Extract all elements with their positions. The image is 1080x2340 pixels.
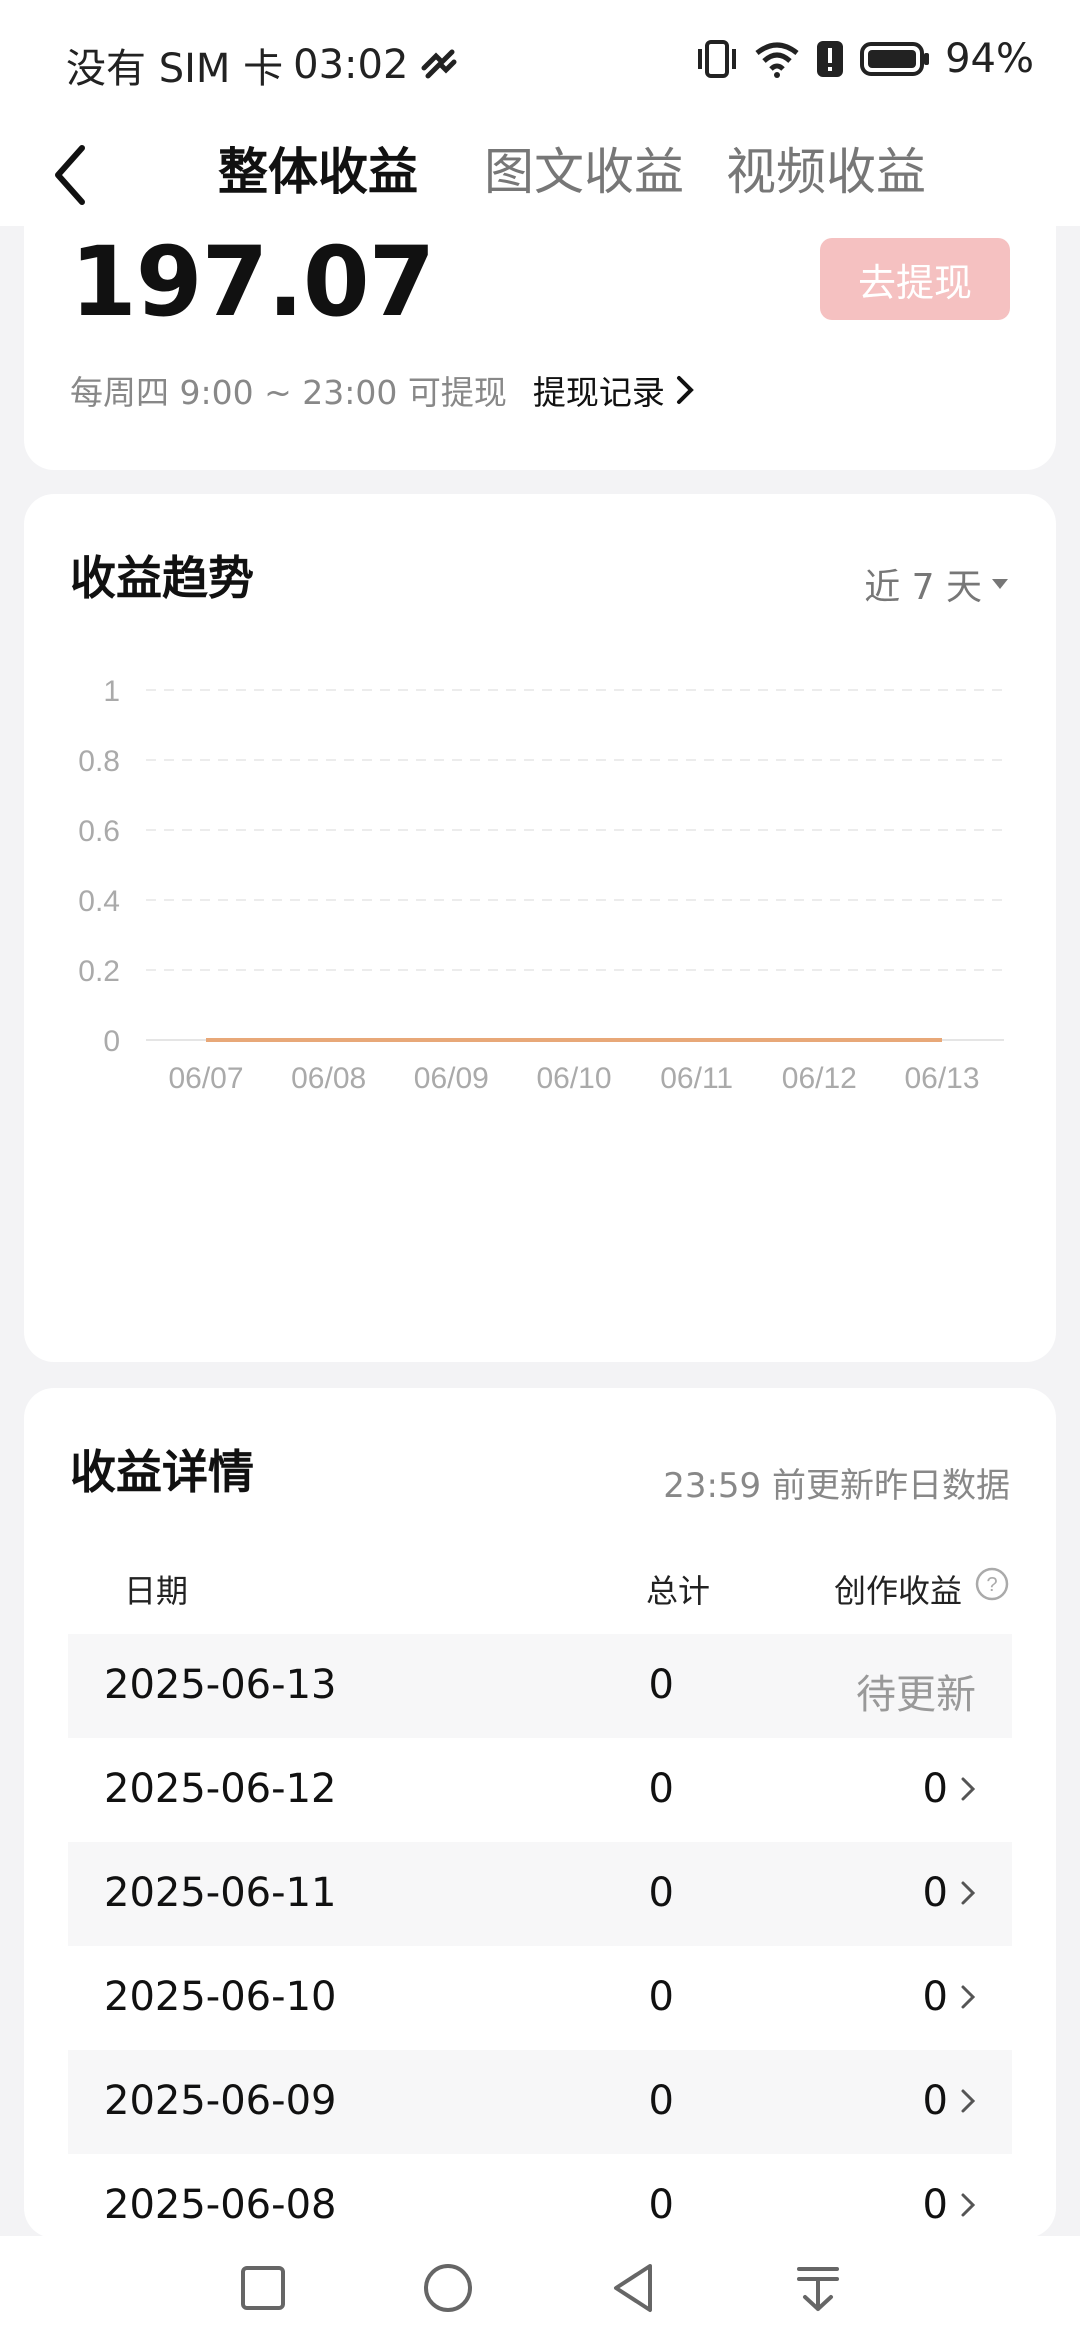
recent-apps-icon[interactable]	[233, 2258, 293, 2318]
status-right: 94%	[695, 36, 1034, 82]
y-tick-label: 0.8	[78, 745, 120, 778]
chevron-right-icon	[961, 2089, 976, 2113]
row-date: 2025-06-11	[104, 1870, 337, 1916]
triangle-down-icon	[992, 579, 1008, 589]
withdraw-button[interactable]: 去提现	[820, 238, 1010, 320]
back-icon[interactable]	[603, 2258, 663, 2318]
withdraw-schedule: 每周四 9:00 ~ 23:00 可提现 提现记录	[70, 366, 695, 414]
top-nav: 整体收益 图文收益 视频收益	[0, 120, 1080, 226]
hd-icon	[421, 49, 457, 79]
trend-chart: 1 0.8 0.6 0.4 0.2 0 06/07 06/08 06/09 06/10 06/11 0…	[78, 675, 1004, 1095]
wifi-icon	[755, 42, 799, 78]
row-income-value: 待更新	[856, 1672, 976, 1718]
balance-card: 197.07 去提现 每周四 9:00 ~ 23:00 可提现 提现记录	[24, 226, 1056, 470]
range-label: 近 7 天	[864, 567, 982, 608]
range-selector[interactable]: 近 7 天	[864, 558, 1010, 610]
chevron-right-icon	[676, 376, 694, 404]
table-row[interactable]: 2025-06-10 0 0	[68, 1946, 1012, 2050]
trend-card: 收益趋势 近 7 天 1 0.8 0.6 0.4 0.2 0 06/07 06/08 06/09…	[24, 494, 1056, 1362]
chevron-right-icon	[961, 1881, 976, 1905]
y-tick-label: 0.2	[78, 955, 120, 988]
table-row[interactable]: 2025-06-11 0 0	[68, 1842, 1012, 1946]
system-nav-bar	[0, 2236, 1080, 2340]
trend-title: 收益趋势	[70, 551, 254, 605]
vibrate-icon	[698, 40, 737, 78]
battery-icon	[860, 42, 930, 76]
table-row[interactable]: 2025-06-12 0 0	[68, 1738, 1012, 1842]
status-left: 没有 SIM 卡 03:02	[66, 36, 458, 94]
x-tick-label: 06/09	[414, 1062, 489, 1095]
row-income: 0	[923, 1766, 976, 1812]
schedule-text: 每周四 9:00 ~ 23:00 可提现	[70, 373, 507, 412]
status-bar: 没有 SIM 卡 03:02 94%	[0, 0, 1080, 120]
row-income: 0	[923, 2078, 976, 2124]
tab-article-income[interactable]: 图文收益	[484, 132, 684, 204]
carrier-text: 没有 SIM 卡	[66, 46, 284, 92]
row-date: 2025-06-08	[104, 2182, 337, 2228]
row-total: 0	[648, 2182, 674, 2228]
clock: 03:02	[293, 42, 409, 88]
records-label: 提现记录	[532, 373, 665, 412]
row-income: 待更新	[856, 1662, 976, 1720]
alert-icon	[817, 41, 844, 77]
row-income: 0	[923, 1974, 976, 2020]
row-income: 0	[923, 1870, 976, 1916]
balance-amount: 197.07	[70, 226, 435, 338]
row-income-value: 0	[922, 1870, 948, 1916]
row-total: 0	[648, 1766, 674, 1812]
row-income: 0	[923, 2182, 976, 2228]
row-income-value: 0	[922, 2182, 948, 2228]
home-icon[interactable]	[418, 2258, 478, 2318]
row-income-value: 0	[922, 1766, 948, 1812]
details-card: 收益详情 23:59 前更新昨日数据 日期 总计 创作收益 ? 2025-06-…	[24, 1388, 1056, 2238]
x-tick-label: 06/10	[536, 1062, 611, 1095]
x-tick-label: 06/08	[291, 1062, 366, 1095]
chevron-right-icon	[961, 1985, 976, 2009]
withdraw-records-link[interactable]: 提现记录	[533, 366, 695, 414]
col-total: 总计	[645, 1572, 710, 1610]
tab-overall-income[interactable]: 整体收益	[218, 132, 418, 204]
col-date: 日期	[124, 1572, 189, 1610]
y-tick-label: 1	[103, 675, 120, 708]
notification-pull-icon[interactable]	[788, 2258, 848, 2318]
back-arrow-icon[interactable]	[44, 140, 104, 210]
y-tick-label: 0.6	[78, 815, 120, 848]
table-row: 2025-06-13 0 待更新	[68, 1634, 1012, 1738]
row-income-value: 0	[922, 1974, 948, 2020]
chevron-right-icon	[961, 1777, 976, 1801]
x-tick-label: 06/11	[660, 1062, 733, 1095]
row-date: 2025-06-13	[104, 1662, 337, 1708]
table-row[interactable]: 2025-06-09 0 0	[68, 2050, 1012, 2154]
row-date: 2025-06-09	[104, 2078, 337, 2124]
y-tick-label: 0.4	[78, 885, 120, 918]
row-date: 2025-06-10	[104, 1974, 337, 2020]
row-income-value: 0	[922, 2078, 948, 2124]
table-row[interactable]: 2025-06-08 0 0	[68, 2154, 1012, 2238]
svg-text:?: ?	[986, 1574, 997, 1596]
battery-level: 94%	[945, 36, 1034, 82]
row-total: 0	[648, 1870, 674, 1916]
x-tick-label: 06/07	[168, 1062, 243, 1095]
row-total: 0	[648, 1662, 674, 1708]
x-tick-label: 06/13	[904, 1062, 979, 1095]
row-date: 2025-06-12	[104, 1766, 337, 1812]
x-tick-label: 06/12	[782, 1062, 857, 1095]
tab-video-income[interactable]: 视频收益	[726, 132, 926, 204]
update-note: 23:59 前更新昨日数据	[663, 1466, 1010, 1506]
chevron-right-icon	[961, 2193, 976, 2217]
help-icon[interactable]: ?	[974, 1566, 1010, 1602]
row-total: 0	[648, 2078, 674, 2124]
details-title: 收益详情	[70, 1445, 254, 1499]
table-header: 日期 总计 创作收益 ?	[70, 1556, 1010, 1616]
row-total: 0	[648, 1974, 674, 2020]
col-income: 创作收益	[833, 1572, 962, 1610]
y-tick-label: 0	[103, 1025, 120, 1058]
